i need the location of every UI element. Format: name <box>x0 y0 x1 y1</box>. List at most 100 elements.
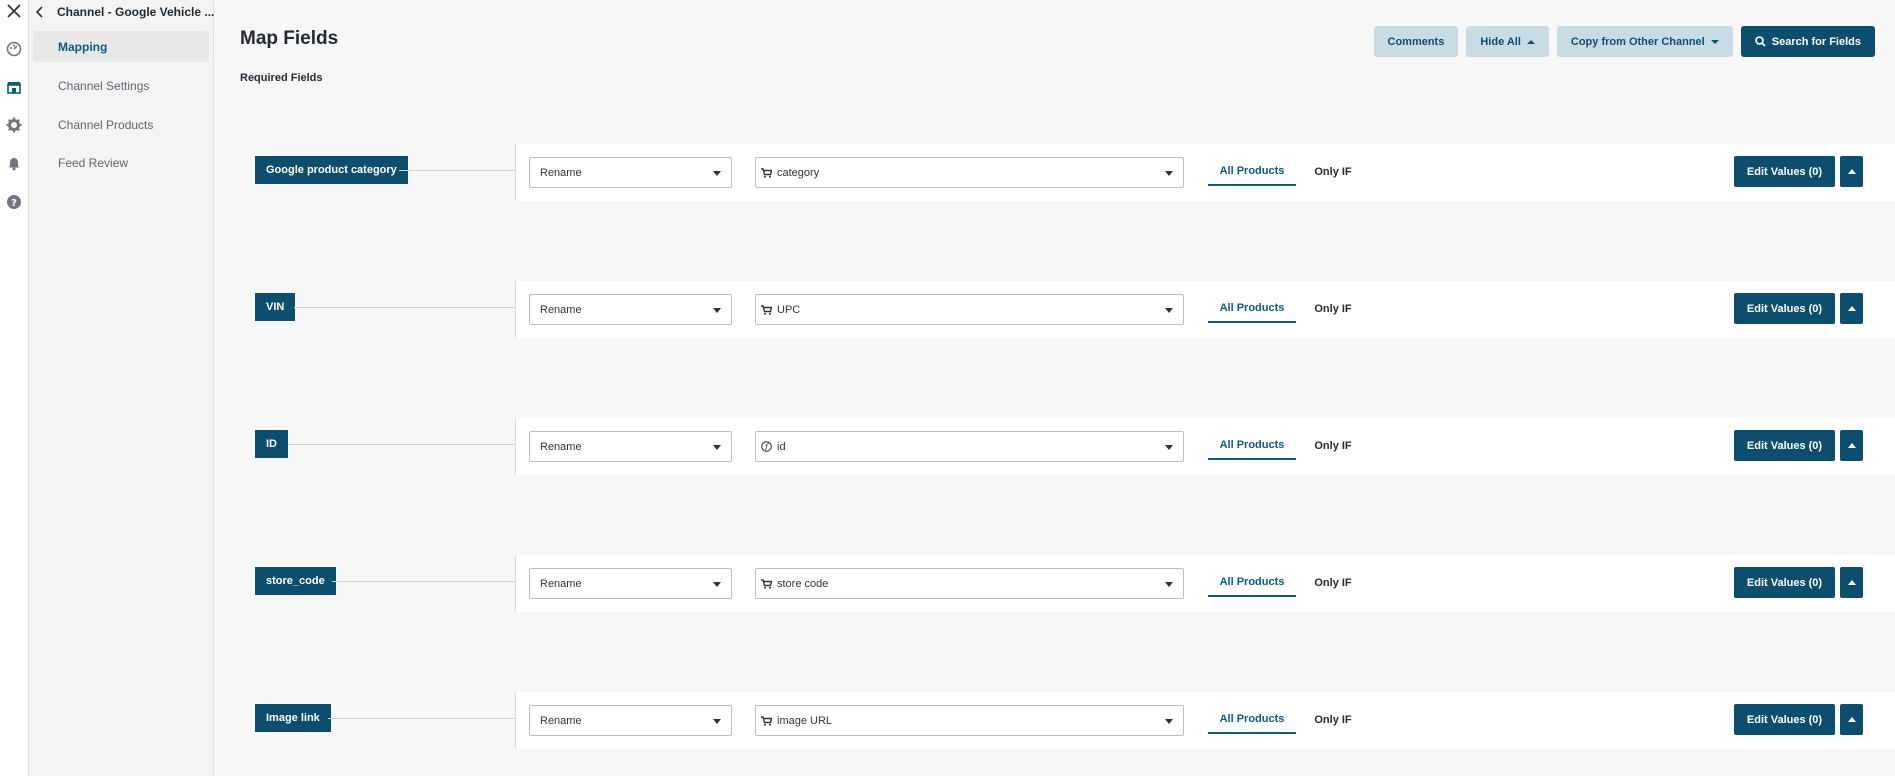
sidebar-item-channel-products[interactable]: Channel Products <box>33 109 209 140</box>
edit-values-button[interactable]: Edit Values (0) <box>1734 430 1835 461</box>
source-select[interactable]: UPC <box>755 294 1184 325</box>
action-select[interactable]: Rename <box>529 294 732 325</box>
back-link[interactable]: Channel - Google Vehicle ... <box>33 0 214 24</box>
sidebar-item-mapping[interactable]: Mapping <box>33 31 209 62</box>
field-tag: store_code <box>255 567 336 595</box>
action-value: Rename <box>540 166 582 179</box>
mapping-row: ID Rename f id All Products Only IF Edit… <box>214 418 1895 475</box>
main-content: Map Fields Required Fields Comments Hide… <box>214 0 1895 776</box>
sidebar-item-channel-settings[interactable]: Channel Settings <box>33 70 209 101</box>
collapse-button[interactable] <box>1840 156 1863 187</box>
channel-sidebar: Channel - Google Vehicle ... Mapping Cha… <box>29 0 214 776</box>
chevron-down-icon <box>1165 719 1173 724</box>
mapping-card: Rename category All Products Only IF Edi… <box>515 144 1895 201</box>
source-value: store code <box>777 577 829 590</box>
tab-only-if[interactable]: Only IF <box>1308 569 1358 597</box>
mapping-card: Rename f id All Products Only IF Edit Va… <box>515 418 1895 475</box>
cart-icon <box>761 578 772 589</box>
icon-rail: ? <box>0 0 29 776</box>
collapse-button[interactable] <box>1840 293 1863 324</box>
tab-only-if[interactable]: Only IF <box>1308 295 1358 323</box>
comments-button[interactable]: Comments <box>1373 26 1459 57</box>
chevron-down-icon <box>713 582 721 587</box>
chevron-down-icon <box>1165 445 1173 450</box>
chevron-down-icon <box>713 308 721 313</box>
mapping-row: Image link Rename image URL All Products… <box>214 692 1895 749</box>
cart-icon <box>761 167 772 178</box>
tab-all-products[interactable]: All Products <box>1208 295 1296 323</box>
mapping-row: Google product category Rename category … <box>214 144 1895 201</box>
sidebar-item-feed-review[interactable]: Feed Review <box>33 147 209 178</box>
search-icon <box>1754 36 1766 47</box>
gear-icon[interactable] <box>3 114 25 136</box>
store-icon[interactable] <box>3 76 25 98</box>
edit-values-button[interactable]: Edit Values (0) <box>1734 156 1835 187</box>
action-value: Rename <box>540 440 582 453</box>
source-value: id <box>777 440 786 453</box>
source-select[interactable]: store code <box>755 568 1184 599</box>
field-tag: VIN <box>255 293 296 321</box>
tab-only-if[interactable]: Only IF <box>1308 706 1358 734</box>
caret-up-icon <box>1847 169 1856 174</box>
action-value: Rename <box>540 714 582 727</box>
action-value: Rename <box>540 577 582 590</box>
bell-icon[interactable] <box>3 152 25 174</box>
svg-text:?: ? <box>11 198 17 209</box>
tab-only-if[interactable]: Only IF <box>1308 158 1358 186</box>
tab-all-products[interactable]: All Products <box>1208 706 1296 734</box>
action-select[interactable]: Rename <box>529 157 732 188</box>
mapping-card: Rename UPC All Products Only IF Edit Val… <box>515 281 1895 338</box>
field-tag: Google product category <box>255 156 408 184</box>
field-tag: Image link <box>255 704 331 732</box>
chevron-down-icon <box>1165 582 1173 587</box>
mapping-card: Rename image URL All Products Only IF Ed… <box>515 692 1895 749</box>
action-select[interactable]: Rename <box>529 568 732 599</box>
source-value: image URL <box>777 714 833 727</box>
mapping-row: store_code Rename store code All Product… <box>214 555 1895 612</box>
field-tag: ID <box>255 430 288 458</box>
help-icon[interactable]: ? <box>3 191 25 213</box>
channel-title: Channel - Google Vehicle ... <box>57 5 215 19</box>
cart-icon <box>761 715 772 726</box>
caret-up-icon <box>1847 717 1856 722</box>
action-select[interactable]: Rename <box>529 705 732 736</box>
source-select[interactable]: image URL <box>755 705 1184 736</box>
source-value: UPC <box>777 303 801 316</box>
action-value: Rename <box>540 303 582 316</box>
edit-values-button[interactable]: Edit Values (0) <box>1734 293 1835 324</box>
collapse-button[interactable] <box>1840 704 1863 735</box>
copy-from-channel-button[interactable]: Copy from Other Channel <box>1556 26 1733 57</box>
page-title: Map Fields <box>240 28 339 49</box>
hide-all-label: Hide All <box>1480 35 1521 48</box>
edit-values-button[interactable]: Edit Values (0) <box>1734 704 1835 735</box>
hide-all-button[interactable]: Hide All <box>1466 26 1549 57</box>
tab-only-if[interactable]: Only IF <box>1308 432 1358 460</box>
function-icon: f <box>761 441 772 452</box>
tab-all-products[interactable]: All Products <box>1208 432 1296 460</box>
close-icon[interactable] <box>3 0 25 22</box>
caret-up-icon <box>1847 580 1856 585</box>
chevron-down-icon <box>713 719 721 724</box>
chevron-down-icon <box>1165 171 1173 176</box>
chevron-left-icon <box>33 5 47 19</box>
caret-up-icon <box>1847 306 1856 311</box>
section-title: Required Fields <box>240 72 323 84</box>
action-select[interactable]: Rename <box>529 431 732 462</box>
search-fields-button[interactable]: Search for Fields <box>1740 26 1875 57</box>
dashboard-icon[interactable] <box>3 38 25 60</box>
caret-up-icon <box>1526 39 1535 45</box>
tab-all-products[interactable]: All Products <box>1208 569 1296 597</box>
caret-down-icon <box>1710 39 1719 45</box>
chevron-down-icon <box>713 171 721 176</box>
collapse-button[interactable] <box>1840 567 1863 598</box>
collapse-button[interactable] <box>1840 430 1863 461</box>
tab-all-products[interactable]: All Products <box>1208 158 1296 186</box>
toolbar: Comments Hide All Copy from Other Channe… <box>1373 26 1875 57</box>
source-value: category <box>777 166 820 179</box>
chevron-down-icon <box>713 445 721 450</box>
edit-values-button[interactable]: Edit Values (0) <box>1734 567 1835 598</box>
search-label: Search for Fields <box>1771 35 1861 48</box>
source-select[interactable]: category <box>755 157 1184 188</box>
source-select[interactable]: f id <box>755 431 1184 462</box>
mapping-row: VIN Rename UPC All Products Only IF Edit… <box>214 281 1895 338</box>
